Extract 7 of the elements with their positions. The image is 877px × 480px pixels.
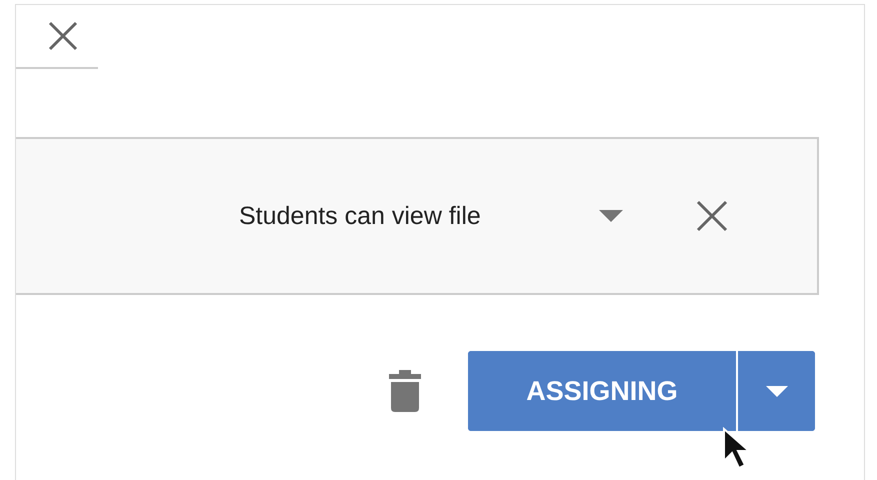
- assign-button[interactable]: ASSIGNING: [468, 351, 738, 431]
- caret-icon[interactable]: [598, 210, 623, 222]
- close-icon[interactable]: [48, 21, 78, 51]
- trash-icon[interactable]: [389, 370, 421, 412]
- caret-icon: [766, 386, 788, 396]
- permission-dropdown[interactable]: Students can view file: [239, 202, 481, 230]
- close-icon[interactable]: [696, 200, 728, 232]
